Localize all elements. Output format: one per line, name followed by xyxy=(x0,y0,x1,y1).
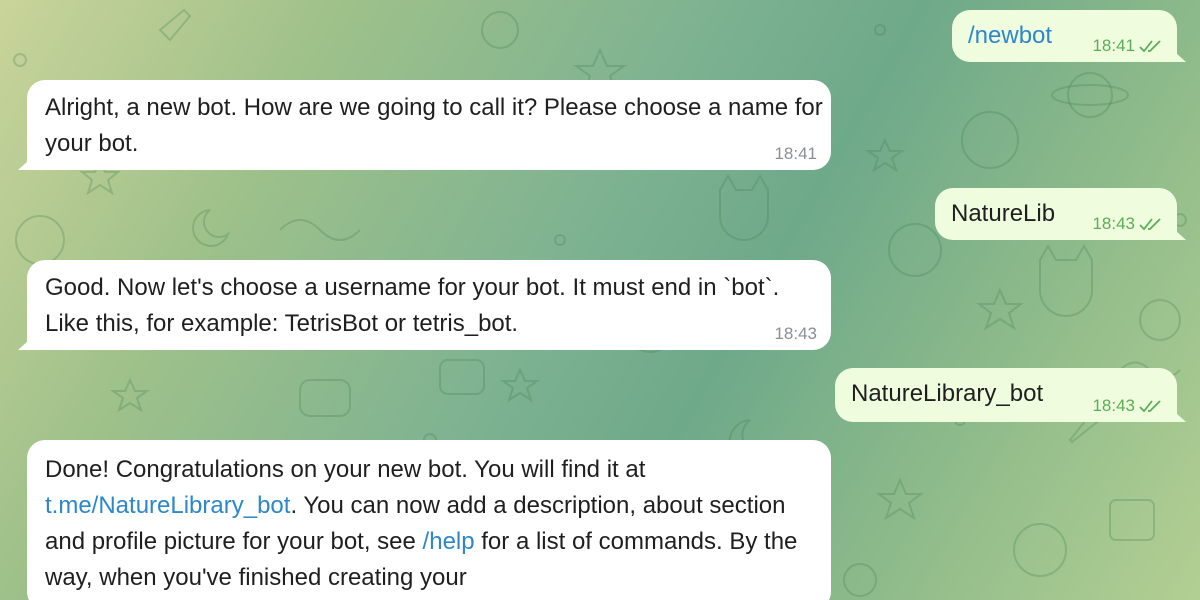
double-check-icon xyxy=(1139,218,1161,231)
outgoing-message[interactable]: NatureLibrary_bot 18:43 xyxy=(835,368,1177,422)
message-text: NatureLib xyxy=(951,200,1056,227)
outgoing-message[interactable]: /newbot 18:41 xyxy=(952,10,1177,62)
outgoing-message[interactable]: NatureLib 18:43 xyxy=(935,188,1177,240)
incoming-message[interactable]: Good. Now let's choose a username for yo… xyxy=(27,260,831,350)
message-meta: 18:43 xyxy=(774,324,817,344)
incoming-message[interactable]: Done! Congratulations on your new bot. Y… xyxy=(27,440,831,600)
message-text: Good. Now let's choose a username for yo… xyxy=(45,274,786,337)
message-time: 18:43 xyxy=(1092,396,1135,415)
message-text: Done! Congratulations on your new bot. Y… xyxy=(45,452,825,596)
double-check-icon xyxy=(1139,400,1161,413)
help-command-link[interactable]: /help xyxy=(423,528,475,555)
message-meta: 18:41 xyxy=(774,144,817,164)
message-time: 18:43 xyxy=(1092,214,1135,233)
message-time: 18:43 xyxy=(774,324,817,343)
message-time: 18:41 xyxy=(1092,36,1135,55)
incoming-message[interactable]: Alright, a new bot. How are we going to … xyxy=(27,80,831,170)
message-text: Alright, a new bot. How are we going to … xyxy=(45,94,830,157)
message-meta: 18:43 xyxy=(1092,396,1163,416)
message-meta: 18:41 xyxy=(1092,36,1163,56)
message-time: 18:41 xyxy=(774,144,817,163)
double-check-icon xyxy=(1139,40,1161,53)
message-text-part: Done! Congratulations on your new bot. Y… xyxy=(45,456,646,483)
message-meta: 18:43 xyxy=(1092,214,1163,234)
message-text: NatureLibrary_bot xyxy=(851,380,1044,407)
bot-link[interactable]: t.me/NatureLibrary_bot xyxy=(45,492,290,519)
message-list: /newbot 18:41 Alright, a new bot. How ar… xyxy=(0,0,1200,600)
command-text[interactable]: /newbot xyxy=(968,22,1052,49)
